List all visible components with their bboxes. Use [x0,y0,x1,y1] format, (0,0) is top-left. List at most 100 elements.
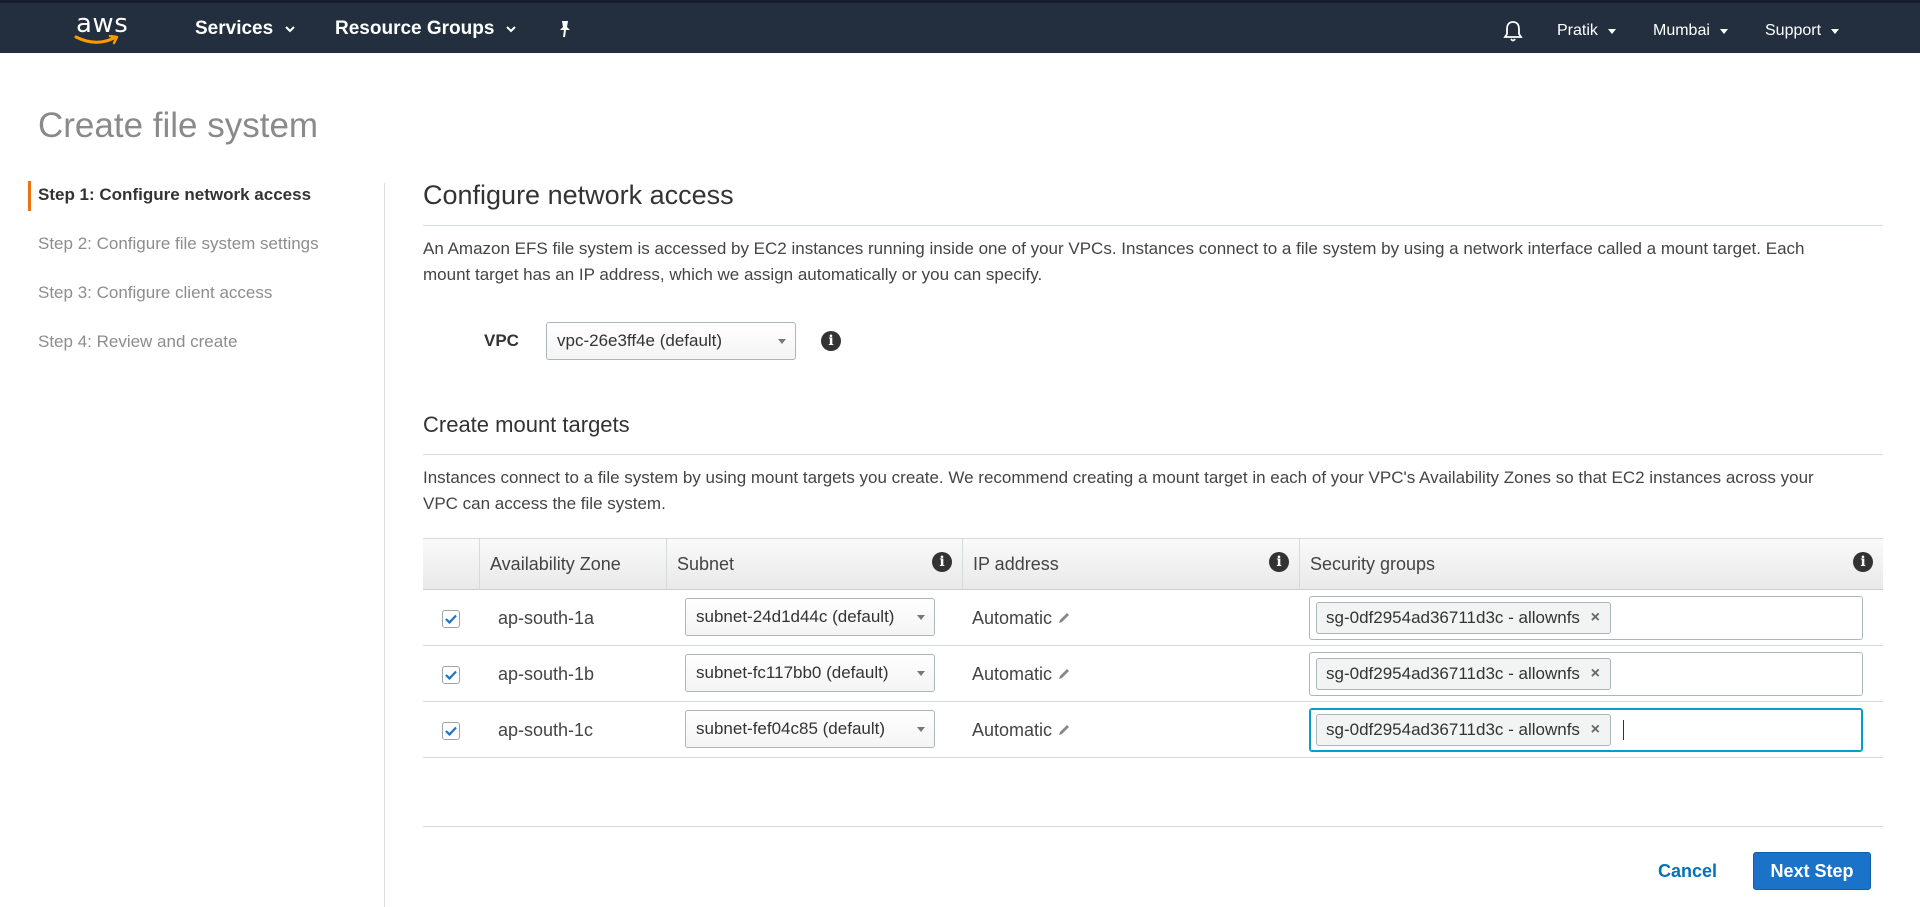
create-mount-targets-section: Create mount targets Instances connect t… [423,412,1883,517]
mount-description: Instances connect to a file system by us… [423,465,1883,517]
security-groups-input[interactable]: sg-0df2954ad36711d3c - allownfs × [1309,708,1863,752]
availability-zone-cell: ap-south-1c [498,720,594,740]
caret-down-icon [917,727,925,732]
table-row: ap-south-1a subnet-24d1d44c (default) Au… [423,590,1883,646]
network-description-line2: mount target has an IP address, which we… [423,265,1043,284]
availability-zone-cell: ap-south-1a [498,608,595,628]
column-label: Availability Zone [490,554,621,574]
caret-down-icon [1607,29,1616,34]
security-group-token: sg-0df2954ad36711d3c - allownfs × [1316,602,1611,634]
ip-address-value: Automatic [972,664,1053,684]
caret-down-icon [1831,29,1840,34]
pencil-icon[interactable] [1057,611,1071,625]
info-icon[interactable]: i [1269,552,1289,572]
region-menu[interactable]: Mumbai [1653,20,1730,42]
footer-divider [423,826,1883,827]
subnet-select-value: subnet-24d1d44c (default) [696,607,895,626]
vpc-select[interactable]: vpc-26e3ff4e (default) [546,322,796,360]
remove-token-icon[interactable]: × [1591,603,1600,633]
services-menu-label: Services [195,18,274,39]
pencil-icon[interactable] [1057,667,1071,681]
step-2-configure-file-system-settings[interactable]: Step 2: Configure file system settings [28,232,348,256]
support-menu-label: Support [1765,22,1822,39]
security-group-token-label: sg-0df2954ad36711d3c - allownfs [1326,720,1580,739]
section-divider [423,454,1883,455]
ip-address-cell[interactable]: Automatic [972,590,1071,646]
ip-address-value: Automatic [972,720,1053,740]
row-checkbox[interactable] [442,722,460,740]
security-group-token-label: sg-0df2954ad36711d3c - allownfs [1326,608,1580,627]
step-3-configure-client-access[interactable]: Step 3: Configure client access [28,281,348,305]
column-header-availability-zone: Availability Zone [479,539,666,590]
column-header-subnet: Subnet i [666,539,962,590]
services-menu[interactable]: Services [195,17,297,41]
section-title-mount-targets: Create mount targets [423,412,630,437]
resource-groups-menu-label: Resource Groups [335,18,495,39]
user-menu-label: Pratik [1557,22,1598,39]
info-icon[interactable]: i [1853,552,1873,572]
subnet-select[interactable]: subnet-fef04c85 (default) [685,710,935,748]
support-menu[interactable]: Support [1765,20,1841,42]
section-divider [423,225,1883,226]
configure-network-access-section: Configure network access An Amazon EFS f… [423,180,1883,288]
remove-token-icon[interactable]: × [1591,659,1600,689]
caret-down-icon [1719,29,1728,34]
security-group-token: sg-0df2954ad36711d3c - allownfs × [1316,714,1611,746]
wizard-steps: Step 1: Configure network access Step 2:… [28,181,348,379]
sidebar-divider [384,183,385,907]
column-label: Subnet [677,554,735,574]
mount-description-line1: Instances connect to a file system by us… [423,468,1814,487]
remove-token-icon[interactable]: × [1591,715,1600,745]
pin-icon[interactable] [556,19,574,39]
ip-address-value: Automatic [972,608,1053,628]
resource-groups-menu[interactable]: Resource Groups [335,17,518,41]
caret-down-icon [917,671,925,676]
text-cursor [1623,720,1624,740]
mount-description-line2: VPC can access the file system. [423,494,666,513]
security-groups-input[interactable]: sg-0df2954ad36711d3c - allownfs × [1309,652,1863,696]
table-row: ap-south-1c subnet-fef04c85 (default) Au… [423,702,1883,758]
column-header-security-groups: Security groups i [1299,539,1883,590]
mount-targets-table: Availability Zone Subnet i IP address i … [423,538,1883,758]
row-checkbox[interactable] [442,666,460,684]
security-group-token-label: sg-0df2954ad36711d3c - allownfs [1326,664,1580,683]
next-step-button[interactable]: Next Step [1753,852,1871,890]
user-menu[interactable]: Pratik [1557,20,1618,42]
step-4-review-and-create[interactable]: Step 4: Review and create [28,330,348,354]
page-title: Create file system [38,106,319,145]
aws-logo[interactable]: aws [72,11,128,47]
caret-down-icon [917,615,925,620]
pencil-icon[interactable] [1057,723,1071,737]
table-row: ap-south-1b subnet-fc117bb0 (default) Au… [423,646,1883,702]
column-label: Security groups [1310,554,1436,574]
aws-smile-icon [74,35,119,45]
bell-icon[interactable] [1502,19,1524,43]
network-description: An Amazon EFS file system is accessed by… [423,236,1883,288]
step-1-configure-network-access[interactable]: Step 1: Configure network access [28,181,348,211]
security-groups-input[interactable]: sg-0df2954ad36711d3c - allownfs × [1309,596,1863,640]
vpc-select-value: vpc-26e3ff4e (default) [557,331,723,350]
info-icon[interactable]: i [821,331,841,351]
caret-down-icon [778,339,786,344]
network-description-line1: An Amazon EFS file system is accessed by… [423,239,1805,258]
subnet-select[interactable]: subnet-fc117bb0 (default) [685,654,935,692]
ip-address-cell[interactable]: Automatic [972,646,1071,702]
section-title-network: Configure network access [423,180,734,210]
availability-zone-cell: ap-south-1b [498,664,595,684]
checkmark-icon [445,726,457,736]
top-navigation-bar: aws Services Resource Groups Pratik Mumb… [0,0,1920,53]
table-header: Availability Zone Subnet i IP address i … [423,538,1883,590]
column-header-ip-address: IP address i [962,539,1299,590]
cancel-link[interactable]: Cancel [1658,861,1717,882]
vpc-row: VPC vpc-26e3ff4e (default) i [484,322,841,360]
column-label: IP address [973,554,1059,574]
aws-logo-text: aws [76,9,129,39]
chevron-down-icon [285,26,295,33]
ip-address-cell[interactable]: Automatic [972,702,1071,758]
subnet-select[interactable]: subnet-24d1d44c (default) [685,598,935,636]
subnet-select-value: subnet-fef04c85 (default) [696,719,886,738]
checkmark-icon [445,670,457,680]
row-checkbox[interactable] [442,610,460,628]
info-icon[interactable]: i [932,552,952,572]
checkmark-icon [445,614,457,624]
